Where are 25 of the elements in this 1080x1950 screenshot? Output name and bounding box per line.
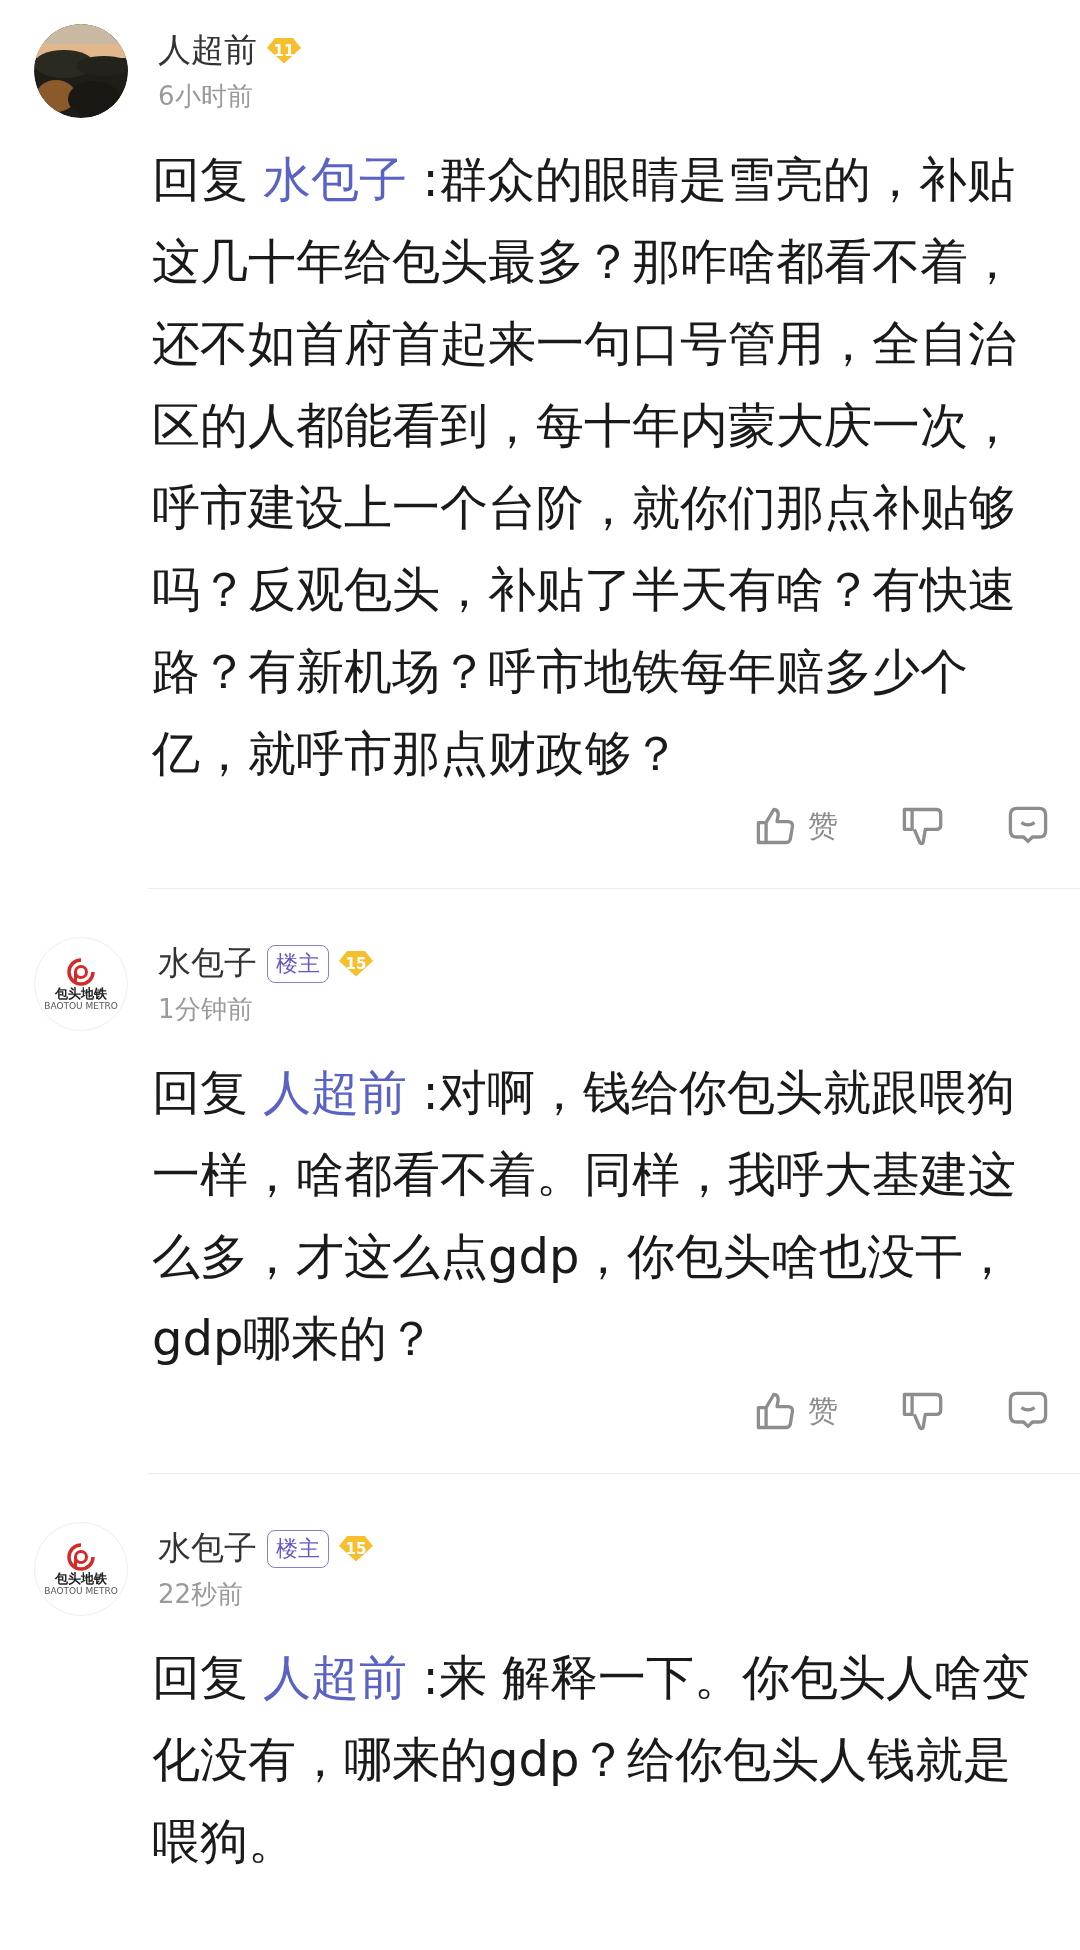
like-button[interactable]: 赞: [754, 1389, 838, 1433]
username[interactable]: 人超前: [158, 28, 257, 73]
logo-title: 包头地铁: [55, 986, 107, 1002]
username[interactable]: 水包子: [158, 941, 257, 986]
level-badge: 15: [339, 1535, 373, 1562]
timestamp: 6小时前: [158, 80, 254, 113]
comment-text: 回复 人超前 :来 解释一下。你包头人啥变化没有，哪来的gdp？给你包头人钱就是喂狗。: [152, 1648, 1031, 1871]
timestamp: 1分钟前: [158, 993, 254, 1026]
mention-link[interactable]: 水包子: [263, 151, 408, 207]
level-badge: 15: [339, 950, 373, 977]
level-badge: 11: [267, 37, 301, 64]
logo-subtitle: BAOTOU METRO: [44, 1586, 118, 1597]
like-button[interactable]: 赞: [754, 804, 838, 848]
timestamp: 22秒前: [158, 1578, 245, 1611]
username[interactable]: 水包子: [158, 1526, 257, 1571]
comment-text: 回复 人超前 :对啊，钱给你包头就跟喂狗一样，啥都看不着。同样，我呼大基建这么多，才这么点gdp，你包头啥也没干，gdp哪来的？: [152, 1063, 1017, 1368]
metro-logo-icon: [66, 1541, 96, 1572]
comment-text: 回复 水包子 :群众的眼睛是雪亮的，补贴这几十年给包头最多？那咋啥都看不着，还不如首府首起来一句口号管用，全自治区的人都能看到，每十年内蒙大庆一次，呼市建设上一个台阶，就你们那点补贴够吗？反观包头，补贴了半天有啥？有快速路？有新机场？呼市地铁每年赔多少个亿，就呼市那点财政够？: [152, 150, 1017, 783]
op-tag: 楼主: [267, 1529, 329, 1568]
mention-link[interactable]: 人超前: [263, 1064, 408, 1120]
logo-subtitle: BAOTOU METRO: [44, 1001, 118, 1012]
op-tag: 楼主: [267, 944, 329, 983]
mention-link[interactable]: 人超前: [263, 1649, 408, 1705]
metro-logo-icon: [66, 956, 96, 987]
logo-title: 包头地铁: [55, 1571, 107, 1587]
